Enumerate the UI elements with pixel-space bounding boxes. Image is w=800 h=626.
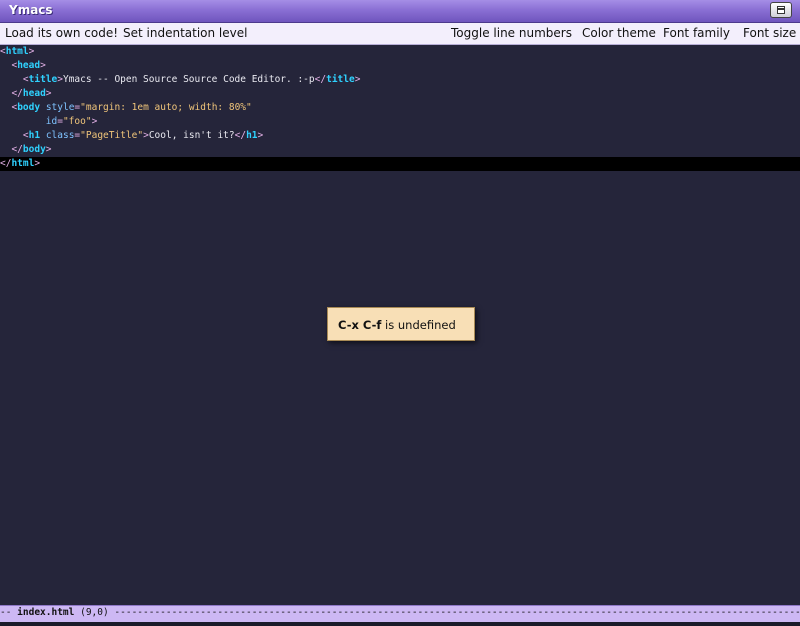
code-line: <html> bbox=[0, 46, 35, 57]
code-line: id="foo"> bbox=[45, 116, 98, 127]
mode-line: -- index.html (9,0) --------------------… bbox=[0, 605, 800, 623]
modeline-filename: index.html bbox=[17, 607, 75, 618]
code-line: <h1 class="PageTitle">Cool, isn't it?</h… bbox=[22, 130, 264, 141]
current-code-line: </html> bbox=[0, 157, 800, 171]
code-line: </body> bbox=[11, 144, 52, 155]
doc-title-text: Ymacs -- Open Source Source Code Editor.… bbox=[62, 74, 315, 85]
code-line: <head> bbox=[11, 60, 46, 71]
modeline-prefix: -- bbox=[0, 607, 18, 618]
h1-text: Cool, isn't it? bbox=[148, 130, 235, 141]
body-style-value: "margin: 1em auto; width: 80%" bbox=[80, 102, 252, 113]
popup-text: is undefined bbox=[381, 318, 456, 332]
message-popup: C-x C-f is undefined bbox=[327, 307, 475, 341]
menu-load-own-code[interactable]: Load its own code! bbox=[5, 26, 118, 40]
menu-font-size[interactable]: Font size bbox=[743, 26, 796, 40]
window-title: Ymacs bbox=[9, 3, 53, 17]
menu-color-theme[interactable]: Color theme bbox=[582, 26, 656, 40]
window-icon bbox=[777, 6, 785, 14]
menu-toggle-line-numbers[interactable]: Toggle line numbers bbox=[451, 26, 572, 40]
code-line: </head> bbox=[11, 88, 52, 99]
popup-keys: C-x C-f bbox=[338, 318, 382, 332]
body-id-value: "foo" bbox=[62, 116, 92, 127]
window-control-button[interactable] bbox=[770, 2, 792, 18]
h1-class-value: "PageTitle" bbox=[80, 130, 144, 141]
code-line: <title>Ymacs -- Open Source Source Code … bbox=[22, 74, 361, 85]
menu-bar: Load its own code! Set indentation level… bbox=[0, 23, 800, 45]
modeline-position: (9,0) bbox=[74, 607, 115, 618]
minibuffer[interactable] bbox=[0, 622, 800, 626]
menu-set-indentation-level[interactable]: Set indentation level bbox=[123, 26, 247, 40]
code-line: <body style="margin: 1em auto; width: 80… bbox=[11, 102, 252, 113]
title-bar: Ymacs bbox=[0, 0, 800, 23]
popup-message: C-x C-f is undefined bbox=[338, 318, 456, 332]
menu-font-family[interactable]: Font family bbox=[663, 26, 730, 40]
modeline-fill: ----------------------------------------… bbox=[114, 607, 800, 618]
